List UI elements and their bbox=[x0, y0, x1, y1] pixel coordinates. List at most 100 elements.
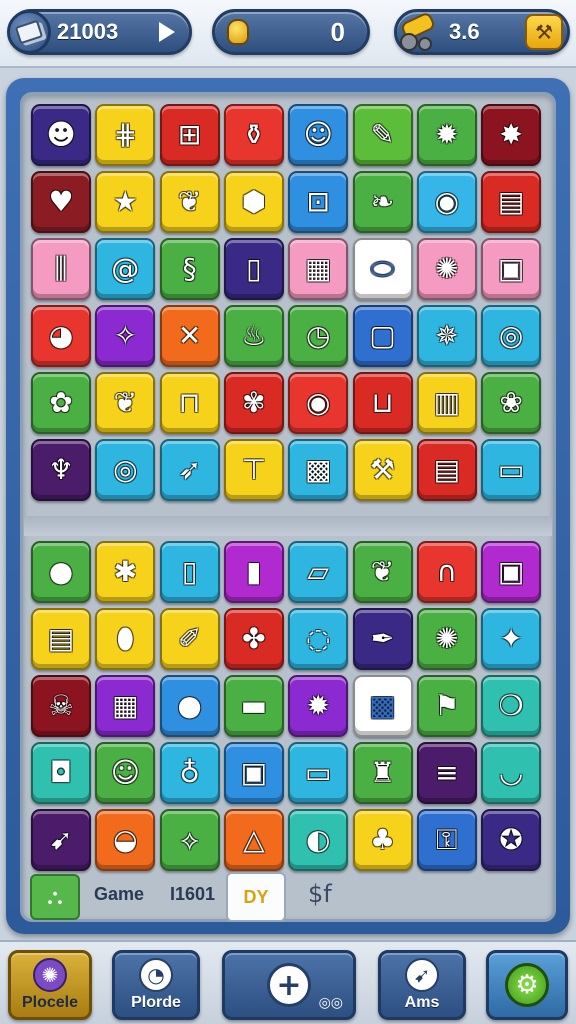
lower-tile-rocket[interactable]: ➹ bbox=[31, 809, 91, 871]
lower-tile-bird2[interactable]: ✪ bbox=[481, 809, 542, 871]
lower-tile-fish[interactable]: ⟡ bbox=[159, 809, 220, 871]
upper-tile-phone[interactable]: ▯ bbox=[223, 238, 284, 300]
lower-tile-cactus[interactable]: ✤ bbox=[223, 608, 284, 670]
upper-tile-jar[interactable]: ⚱ bbox=[223, 104, 284, 166]
upper-tile-flower[interactable]: ✿ bbox=[31, 372, 91, 434]
lower-tile-kite[interactable]: ✦ bbox=[481, 608, 542, 670]
coins-counter[interactable]: 21003 bbox=[7, 9, 192, 55]
lower-tile-tablet[interactable]: ▯ bbox=[159, 541, 220, 603]
lower-tile-roll[interactable]: ▭ bbox=[288, 742, 349, 804]
upper-tile-compass[interactable]: ✧ bbox=[95, 305, 156, 367]
upper-tile-rose[interactable]: ❀ bbox=[481, 372, 542, 434]
lower-tile-bug[interactable]: ✱ bbox=[95, 541, 156, 603]
upper-tile-jar2[interactable]: ▢ bbox=[352, 305, 413, 367]
upper-tile-heart[interactable]: ♥ bbox=[31, 171, 91, 233]
upper-tile-pizza[interactable]: ◕ bbox=[31, 305, 91, 367]
lower-tile-shell[interactable]: ◒ bbox=[95, 809, 156, 871]
upper-tile-news[interactable]: ▤ bbox=[416, 439, 477, 501]
lower-tile-brush[interactable]: ✐ bbox=[159, 608, 220, 670]
upper-tile-calendar[interactable]: ▦ bbox=[288, 238, 349, 300]
lower-tile-skull[interactable]: ☠ bbox=[31, 675, 91, 737]
lower-tile-whistle[interactable]: ⬮ bbox=[95, 608, 156, 670]
lower-tile-bowl[interactable]: ◡ bbox=[481, 742, 542, 804]
upper-tile-monitor[interactable]: ▭ bbox=[481, 439, 542, 501]
lower-tile-magnet[interactable]: ∩ bbox=[416, 541, 477, 603]
lower-tile-virus[interactable]: ✹ bbox=[288, 675, 349, 737]
upper-tile-leaf2[interactable]: ❦ bbox=[95, 372, 156, 434]
upper-tile-worker[interactable]: ☺ bbox=[288, 104, 349, 166]
strip-card[interactable]: DY bbox=[226, 872, 286, 922]
lower-tile-tablet2[interactable]: ▤ bbox=[31, 608, 91, 670]
lower-tile-cannon[interactable]: ≡ bbox=[416, 742, 477, 804]
upper-tile-ladder[interactable]: ⋕ bbox=[95, 104, 156, 166]
lower-tile-sun[interactable]: ✺ bbox=[416, 608, 477, 670]
lower-tile-bottle[interactable]: ♜ bbox=[352, 742, 413, 804]
lower-tile-panda[interactable]: ☺ bbox=[95, 742, 156, 804]
lower-tile-card[interactable]: ▬ bbox=[223, 675, 284, 737]
upper-tile-teapot[interactable]: ♨ bbox=[223, 305, 284, 367]
nav-add-button[interactable]: + ◎◎ bbox=[222, 950, 356, 1020]
upper-tile-chart[interactable]: ▥ bbox=[416, 372, 477, 434]
upper-tile-pencil[interactable]: ✎ bbox=[352, 104, 413, 166]
upper-tile-splash[interactable]: ✸ bbox=[481, 104, 542, 166]
lower-tile-cone[interactable]: △ bbox=[223, 809, 284, 871]
lower-tile-flag[interactable]: ⚑ bbox=[416, 675, 477, 737]
upper-tile-bag[interactable]: ⊡ bbox=[288, 171, 349, 233]
upper-tile-bullseye[interactable]: ◉ bbox=[288, 372, 349, 434]
lower-tile-purse[interactable]: ▩ bbox=[352, 675, 413, 737]
upper-tile-screen[interactable]: ▤ bbox=[481, 171, 542, 233]
upper-tile-lock[interactable]: ⊓ bbox=[159, 372, 220, 434]
lower-tile-frame[interactable]: ▣ bbox=[223, 742, 284, 804]
upper-tile-box[interactable]: ▩ bbox=[288, 439, 349, 501]
hammer-icon[interactable]: ⚒ bbox=[525, 14, 563, 50]
upper-tile-target[interactable]: ◎ bbox=[481, 305, 542, 367]
upper-tile-football[interactable]: ⬭ bbox=[352, 238, 413, 300]
upper-tile-gear[interactable]: ✹ bbox=[416, 104, 477, 166]
lower-tile-cam[interactable]: ◘ bbox=[31, 742, 91, 804]
upper-tile-torch[interactable]: ♆ bbox=[31, 439, 91, 501]
upper-tile-ring[interactable]: ◎ bbox=[95, 439, 156, 501]
lower-tile-crate[interactable]: ▦ bbox=[95, 675, 156, 737]
lower-tile-avocado[interactable]: ● bbox=[31, 541, 91, 603]
upper-tile-globe[interactable]: ◉ bbox=[416, 171, 477, 233]
pot-counter[interactable]: 0 bbox=[212, 9, 370, 55]
upper-tile-cog[interactable]: ✺ bbox=[416, 238, 477, 300]
upper-tile-donut[interactable]: ✾ bbox=[223, 372, 284, 434]
upper-tile-arrow[interactable]: ➶ bbox=[159, 439, 220, 501]
lower-tile-pot[interactable]: ▣ bbox=[481, 541, 542, 603]
lower-tile-pen[interactable]: ✒ bbox=[352, 608, 413, 670]
nav-plorde-button[interactable]: ◔ Plorde bbox=[112, 950, 200, 1020]
upper-tile-tools[interactable]: ⚒ bbox=[352, 439, 413, 501]
nav-settings-button[interactable]: ⚙ bbox=[486, 950, 568, 1020]
upper-tile-chef[interactable]: ☻ bbox=[31, 104, 91, 166]
upper-tile-stool[interactable]: ⊤ bbox=[223, 439, 284, 501]
upper-tile-bottles[interactable]: ⫼ bbox=[31, 238, 91, 300]
upper-tile-gift[interactable]: ⊞ bbox=[159, 104, 220, 166]
upper-tile-basket[interactable]: ⊔ bbox=[352, 372, 413, 434]
boost-counter[interactable]: 3.6 ⚒ bbox=[394, 9, 570, 55]
cactus-tile[interactable]: ⛬ bbox=[30, 874, 80, 920]
play-arrow-icon[interactable] bbox=[159, 22, 175, 42]
upper-tile-star[interactable]: ★ bbox=[95, 171, 156, 233]
upper-tile-cube[interactable]: ⬢ bbox=[223, 171, 284, 233]
lower-tile-squash[interactable]: ❍ bbox=[481, 675, 542, 737]
lower-tile-lens[interactable]: ◌ bbox=[288, 608, 349, 670]
upper-tile-case[interactable]: ▣ bbox=[481, 238, 542, 300]
upper-tile-cross[interactable]: ✕ bbox=[159, 305, 220, 367]
upper-tile-clock[interactable]: ◷ bbox=[288, 305, 349, 367]
lower-tile-plant[interactable]: ♣ bbox=[352, 809, 413, 871]
lower-tile-keys[interactable]: ⚿ bbox=[416, 809, 477, 871]
upper-tile-snake[interactable]: § bbox=[159, 238, 220, 300]
lower-tile-bulb[interactable]: ♁ bbox=[159, 742, 220, 804]
nav-plocele-button[interactable]: ✺ Plocele bbox=[8, 950, 92, 1020]
lower-tile-seed[interactable]: ❦ bbox=[352, 541, 413, 603]
upper-tile-spiral[interactable]: @ bbox=[95, 238, 156, 300]
lower-tile-ticket[interactable]: ▱ bbox=[288, 541, 349, 603]
nav-ams-button[interactable]: ➹ Ams bbox=[378, 950, 466, 1020]
upper-tile-crab[interactable]: ✵ bbox=[416, 305, 477, 367]
lower-tile-battery[interactable]: ▮ bbox=[223, 541, 284, 603]
upper-tile-leaf[interactable]: ❦ bbox=[159, 171, 220, 233]
lower-tile-berry[interactable]: ● bbox=[159, 675, 220, 737]
upper-tile-bird[interactable]: ❧ bbox=[352, 171, 413, 233]
lower-tile-ball[interactable]: ◐ bbox=[288, 809, 349, 871]
